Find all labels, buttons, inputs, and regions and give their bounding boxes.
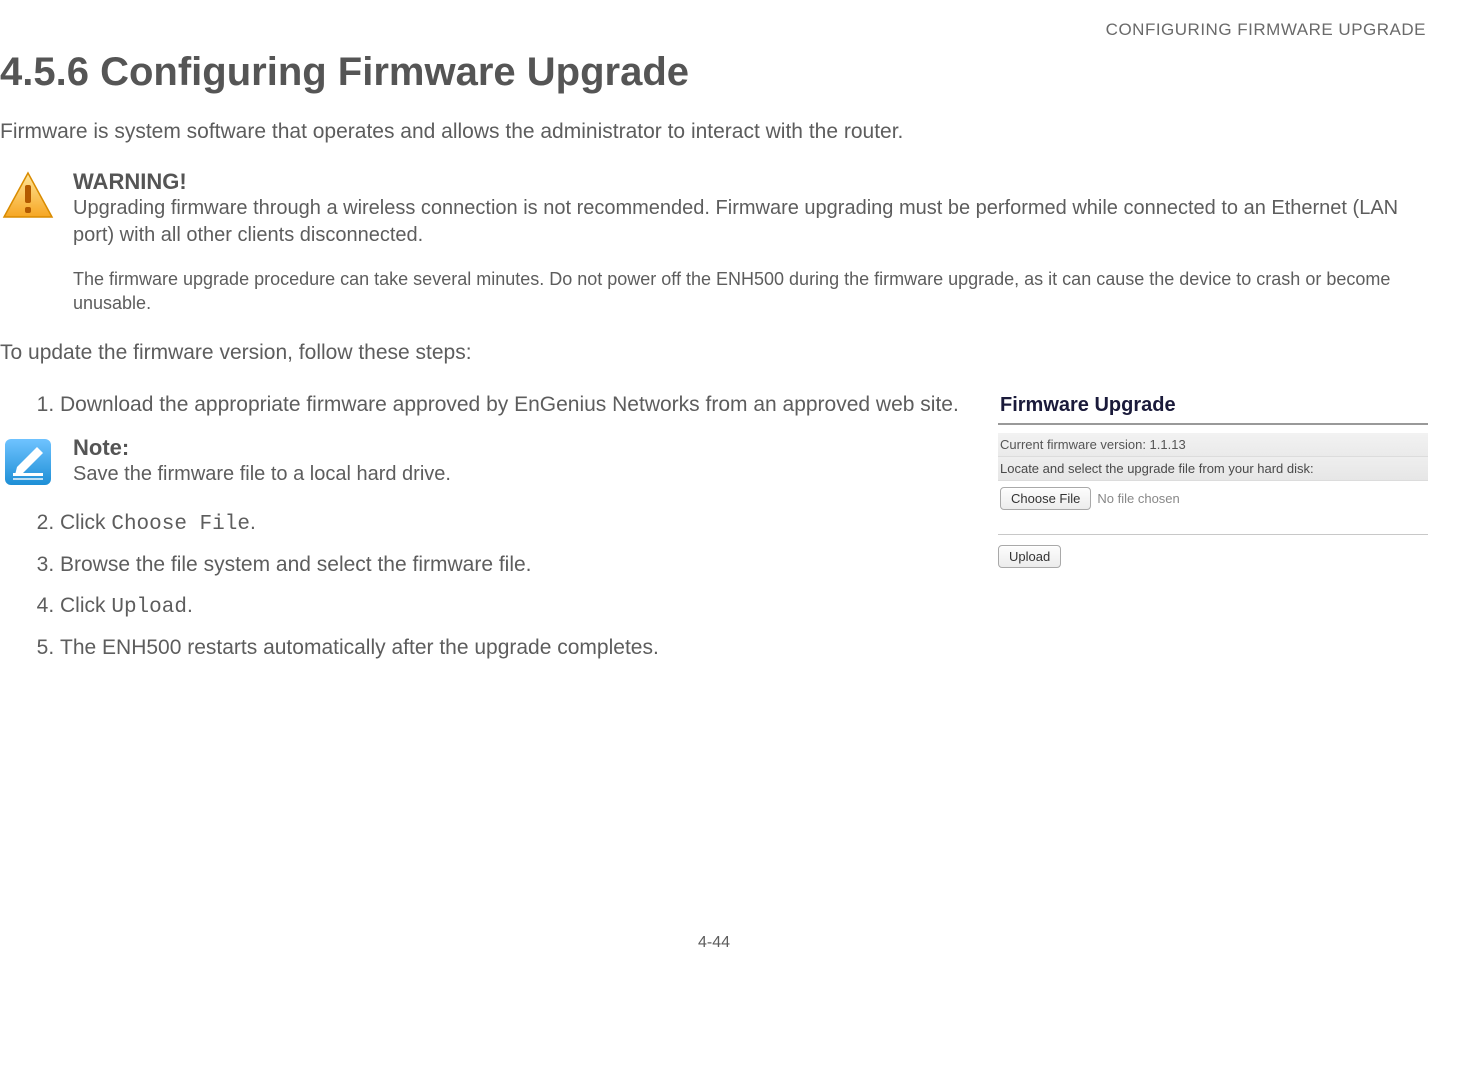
- step-4: Click Upload.: [60, 591, 978, 623]
- warning-icon: [0, 169, 55, 219]
- step-5: The ENH500 restarts automatically after …: [60, 633, 978, 663]
- page-number: 4-44: [0, 934, 1428, 952]
- step-4-prefix: Click: [60, 594, 111, 617]
- firmware-upgrade-widget: Firmware Upgrade Current firmware versio…: [998, 390, 1428, 568]
- note-text: Save the firmware file to a local hard d…: [73, 461, 978, 488]
- steps-list: Download the appropriate firmware approv…: [0, 390, 978, 420]
- step-2-code: Choose File: [111, 513, 250, 536]
- choose-file-button[interactable]: Choose File: [1000, 487, 1091, 510]
- warning-text: Upgrading firmware through a wireless co…: [73, 195, 1428, 249]
- running-header: CONFIGURING FIRMWARE UPGRADE: [0, 20, 1428, 40]
- steps-intro: To update the firmware version, follow t…: [0, 341, 1428, 365]
- locate-file-row: Locate and select the upgrade file from …: [998, 456, 1428, 480]
- note-title: Note:: [73, 435, 978, 461]
- page-title: 4.5.6 Configuring Firmware Upgrade: [0, 50, 1428, 95]
- intro-paragraph: Firmware is system software that operate…: [0, 120, 1428, 144]
- warning-subtext: The firmware upgrade procedure can take …: [73, 267, 1428, 316]
- upload-button[interactable]: Upload: [998, 545, 1061, 568]
- step-1: Download the appropriate firmware approv…: [60, 390, 978, 420]
- firmware-version-row: Current firmware version: 1.1.13: [998, 433, 1428, 456]
- widget-title: Firmware Upgrade: [998, 390, 1428, 425]
- step-2-suffix: .: [250, 511, 256, 534]
- no-file-chosen-label: No file chosen: [1097, 491, 1179, 506]
- file-chooser-row: Choose File No file chosen: [998, 480, 1428, 516]
- step-4-suffix: .: [187, 594, 193, 617]
- warning-callout: WARNING! Upgrading firmware through a wi…: [0, 169, 1428, 316]
- step-2: Click Choose File.: [60, 508, 978, 540]
- steps-list-continued: Click Choose File. Browse the file syste…: [0, 508, 978, 664]
- step-2-prefix: Click: [60, 511, 111, 534]
- warning-title: WARNING!: [73, 169, 1428, 195]
- widget-divider: [998, 534, 1428, 535]
- step-3: Browse the file system and select the fi…: [60, 550, 978, 580]
- step-4-code: Upload: [111, 596, 187, 619]
- note-callout: Note: Save the firmware file to a local …: [0, 435, 978, 488]
- note-icon: [0, 435, 55, 487]
